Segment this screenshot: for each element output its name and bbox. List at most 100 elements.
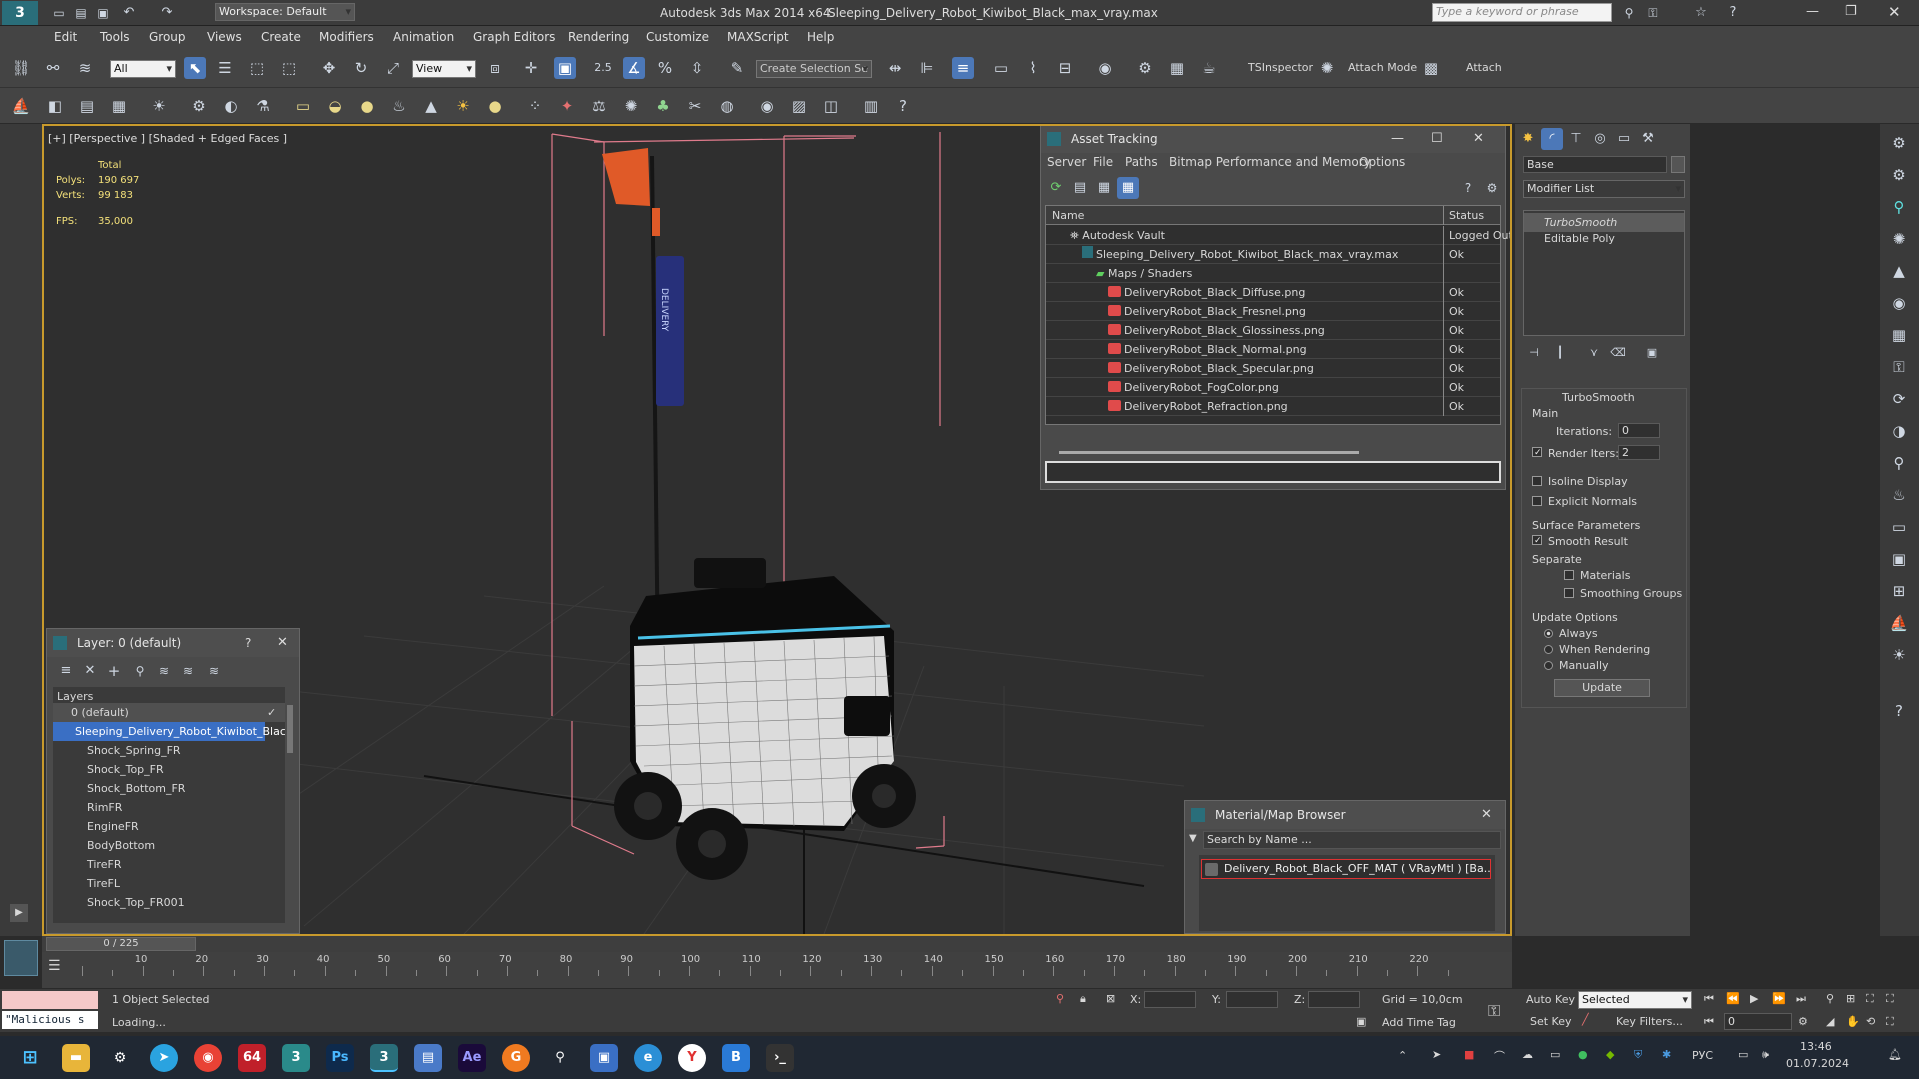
blue-app-icon[interactable]: B: [722, 1044, 750, 1072]
strip-tool-12-icon[interactable]: ♨: [1888, 484, 1910, 506]
unlink-icon[interactable]: ⚯: [42, 57, 64, 79]
menu-maxscript[interactable]: MAXScript: [727, 30, 789, 44]
strip-tool-6-icon[interactable]: ◉: [1888, 292, 1910, 314]
attach-mode-button[interactable]: Attach Mode: [1348, 61, 1417, 74]
tb2-tool-24-icon[interactable]: ◫: [820, 95, 842, 117]
materials-checkbox[interactable]: [1564, 570, 1574, 580]
workspace-selector[interactable]: Workspace: Default: [215, 3, 355, 21]
explicit-normals-row[interactable]: Explicit Normals: [1532, 495, 1637, 508]
asset-row[interactable]: ⛯ Autodesk Vault Logged Out: [1046, 226, 1510, 245]
strip-tool-5-icon[interactable]: ▲: [1888, 260, 1910, 282]
asset-row[interactable]: DeliveryRobot_Black_Fresnel.png Ok: [1046, 302, 1500, 321]
tb2-tool-2-icon[interactable]: ◧: [44, 95, 66, 117]
layer-object-item[interactable]: Shock_Top_FR001: [53, 893, 185, 912]
store-icon[interactable]: ▣: [590, 1044, 618, 1072]
close-icon[interactable]: ✕: [1888, 3, 1901, 21]
col-name[interactable]: Name: [1046, 209, 1084, 222]
strip-tool-13-icon[interactable]: ▭: [1888, 516, 1910, 538]
help-icon[interactable]: ?: [1722, 2, 1744, 24]
always-radio[interactable]: [1544, 629, 1553, 638]
tray-red-app-icon[interactable]: ■: [1464, 1048, 1474, 1061]
render-iters-row[interactable]: Render Iters:: [1532, 447, 1619, 460]
perspective-viewport[interactable]: DELIVERY [+] [Perspective ] [Shaded + Ed…: [42, 124, 1512, 936]
zoom-extents-all-icon[interactable]: ⛶: [1886, 992, 1894, 1006]
key-mode-dropdown[interactable]: Selected: [1578, 991, 1692, 1009]
isoline-row[interactable]: Isoline Display: [1532, 475, 1628, 488]
select-object-icon[interactable]: ⬉: [184, 57, 206, 79]
percent-snap-icon[interactable]: %: [654, 57, 676, 79]
when-rendering-radio[interactable]: [1544, 645, 1553, 654]
smoothing-groups-row[interactable]: Smoothing Groups: [1564, 587, 1682, 600]
dome-light-icon[interactable]: ◒: [324, 95, 346, 117]
auto-key-button[interactable]: Auto Key: [1526, 993, 1575, 1006]
create-selection-set-field[interactable]: Create Selection Se: [756, 60, 872, 78]
tb2-tool-17-icon[interactable]: ⚖: [588, 95, 610, 117]
manually-radio[interactable]: [1544, 661, 1553, 670]
tb2-tool-4-icon[interactable]: ▦: [108, 95, 130, 117]
isolate-icon[interactable]: ⚲: [1056, 992, 1064, 1005]
tb2-tool-6-icon[interactable]: ⚙: [188, 95, 210, 117]
maximize-icon[interactable]: ❐: [1845, 4, 1857, 19]
time-tag-icon[interactable]: ▣: [1356, 1015, 1366, 1028]
layer-object-item[interactable]: TireFL: [53, 874, 120, 893]
material-editor-icon[interactable]: ◉: [1094, 57, 1116, 79]
plane-icon[interactable]: ▭: [292, 95, 314, 117]
tray-speaker-icon[interactable]: 🕪︎: [1762, 1048, 1769, 1062]
z-coordinate-field[interactable]: [1308, 991, 1360, 1008]
go-to-end-icon[interactable]: ⏭: [1796, 992, 1806, 1006]
update-button[interactable]: Update: [1554, 679, 1650, 697]
search-app-icon[interactable]: ⚲: [546, 1044, 574, 1072]
asset-row[interactable]: DeliveryRobot_Black_Specular.png Ok: [1046, 359, 1500, 378]
layer-scrollbar[interactable]: [287, 705, 293, 753]
strip-tool-9-icon[interactable]: ⟳: [1888, 388, 1910, 410]
binoculars-icon[interactable]: ⚲: [1618, 2, 1640, 24]
strip-tool-7-icon[interactable]: ▦: [1888, 324, 1910, 346]
strip-tool-14-icon[interactable]: ▣: [1888, 548, 1910, 570]
asset-row[interactable]: DeliveryRobot_Black_Normal.png Ok: [1046, 340, 1500, 359]
manually-row[interactable]: Manually: [1544, 659, 1609, 672]
modifier-list-dropdown[interactable]: Modifier List: [1523, 180, 1685, 198]
asset-row[interactable]: DeliveryRobot_FogColor.png Ok: [1046, 378, 1500, 397]
menu-modifiers[interactable]: Modifiers: [319, 30, 374, 44]
asset-menu-options[interactable]: Options: [1359, 155, 1405, 169]
asset-minimize-icon[interactable]: —: [1391, 126, 1404, 153]
sphere-light-icon[interactable]: ●: [356, 95, 378, 117]
edge-icon[interactable]: e: [634, 1044, 662, 1072]
edit-named-sets-icon[interactable]: ✎: [726, 57, 748, 79]
previous-frame-icon[interactable]: ⏪: [1726, 992, 1740, 1005]
select-manipulate-icon[interactable]: ✛: [520, 57, 542, 79]
y-coordinate-field[interactable]: [1226, 991, 1278, 1008]
asset-close-icon[interactable]: ✕: [1473, 126, 1484, 153]
refresh-icon[interactable]: ⟳: [1045, 177, 1067, 199]
track-bar[interactable]: 10 20 30 40 50 60 70 80 90 100 110 120 130 140 150 160 1…: [42, 952, 1512, 988]
lock-selection-icon[interactable]: 🔒︎: [1080, 992, 1086, 1006]
tray-chevron-icon[interactable]: ⌃: [1398, 1049, 1407, 1062]
layer-object-item[interactable]: TireFR: [53, 855, 121, 874]
key-mode-toggle-icon[interactable]: ⏮: [1704, 1015, 1714, 1029]
time-slider-thumb[interactable]: 0 / 225: [46, 937, 196, 951]
ref-coord-dropdown[interactable]: View: [412, 60, 476, 78]
asset-menu-server[interactable]: Server: [1047, 155, 1086, 169]
menu-rendering[interactable]: Rendering: [568, 30, 629, 44]
asset-settings-icon[interactable]: ⚙: [1481, 177, 1503, 199]
hair-icon[interactable]: ✂: [684, 95, 706, 117]
configure-sets-icon[interactable]: ▣: [1641, 342, 1663, 364]
when-rendering-row[interactable]: When Rendering: [1544, 643, 1650, 656]
ribbon-icon[interactable]: ▭: [990, 57, 1012, 79]
menu-customize[interactable]: Customize: [646, 30, 709, 44]
tb2-tool-18-icon[interactable]: ✺: [620, 95, 642, 117]
tray-telegram-icon[interactable]: ➤: [1432, 1048, 1441, 1061]
current-frame-field[interactable]: 0: [1724, 1013, 1792, 1030]
key-filter-icon[interactable]: ╱: [1582, 1013, 1589, 1026]
snap-toggle-icon[interactable]: 2.5: [592, 57, 614, 79]
menu-animation[interactable]: Animation: [393, 30, 454, 44]
bind-spacewarp-icon[interactable]: ≋: [74, 57, 96, 79]
time-config-icon[interactable]: ⚙: [1798, 1015, 1808, 1028]
undo-icon[interactable]: ↶: [118, 2, 140, 24]
render-icon[interactable]: ☕: [1198, 57, 1220, 79]
layer-object-item[interactable]: Shock_Top_FR: [53, 760, 164, 779]
smooth-result-checkbox[interactable]: [1532, 535, 1542, 545]
smoothing-groups-checkbox[interactable]: [1564, 588, 1574, 598]
track-view-icon[interactable]: ☰: [48, 958, 61, 974]
layer-object-item[interactable]: Shock_Spring_FR: [53, 741, 181, 760]
